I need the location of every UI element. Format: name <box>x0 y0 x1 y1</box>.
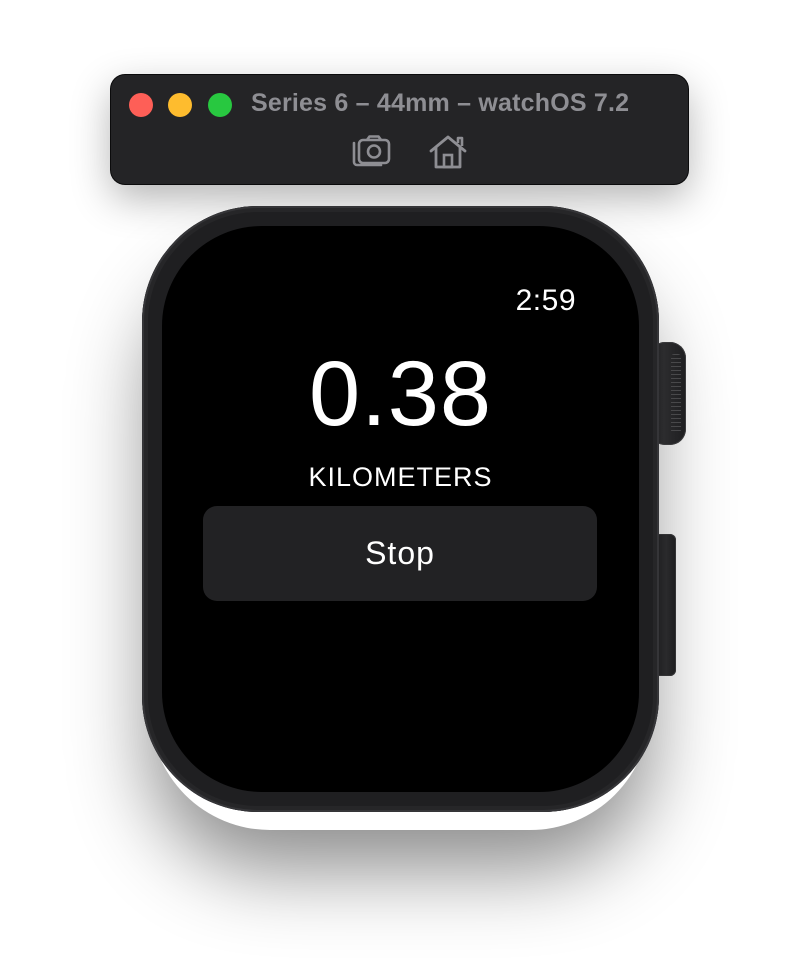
simulator-stage: Series 6 – 44mm – watchOS 7.2 2:59 0.38 <box>0 0 800 962</box>
window-title: Series 6 – 44mm – watchOS 7.2 <box>251 89 630 117</box>
crown-ridges <box>671 354 681 433</box>
zoom-window-button[interactable] <box>208 93 232 117</box>
distance-unit: KILOMETERS <box>308 462 493 492</box>
home-icon[interactable] <box>425 132 471 172</box>
status-time: 2:59 <box>515 284 576 317</box>
simulator-titlebar: Series 6 – 44mm – watchOS 7.2 <box>111 75 688 184</box>
watch-screen: 2:59 0.38 KILOMETERS Stop <box>162 226 639 792</box>
minimize-window-button[interactable] <box>168 93 192 117</box>
stop-button[interactable]: Stop <box>203 506 597 601</box>
camera-screenshot-icon[interactable] <box>347 132 393 172</box>
distance-value: 0.38 <box>308 343 493 445</box>
close-window-button[interactable] <box>129 93 153 117</box>
